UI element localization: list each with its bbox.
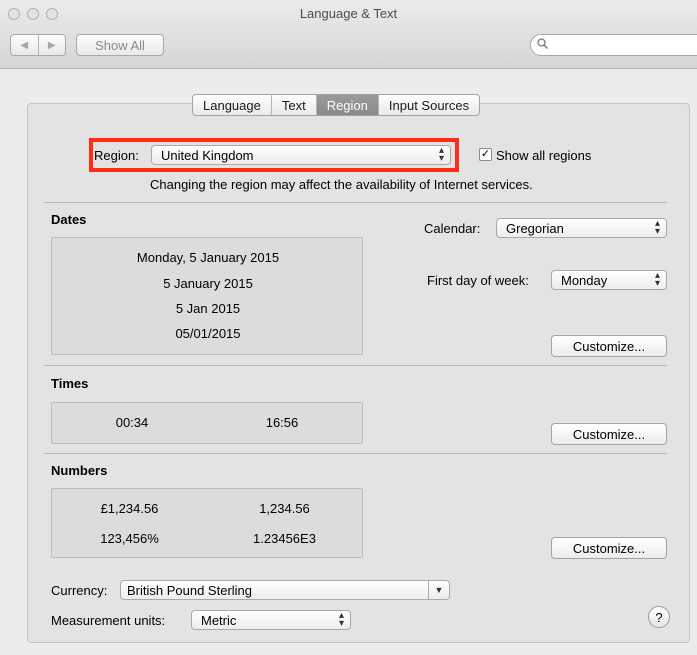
- first-day-popup[interactable]: Monday ▴ ▾: [551, 270, 667, 290]
- times-heading: Times: [51, 376, 89, 391]
- chevron-down-icon[interactable]: ▼: [428, 580, 449, 600]
- updown-arrows-icon: ▴ ▾: [654, 270, 660, 289]
- show-all-regions-label: Show all regions: [496, 148, 592, 163]
- calendar-value: Gregorian: [506, 220, 564, 236]
- currency-combo[interactable]: British Pound Sterling ▼: [120, 580, 450, 600]
- help-button[interactable]: ?: [648, 606, 670, 628]
- times-sample-box: 00:34 16:56: [51, 402, 363, 444]
- updown-arrows-icon: ▴ ▾: [338, 610, 344, 629]
- tab-region[interactable]: Region: [315, 95, 378, 115]
- dates-sample-box: Monday, 5 January 2015 5 January 2015 5 …: [51, 237, 363, 355]
- divider: [44, 453, 667, 454]
- numbers-sample-box: £1,234.56 1,234.56 123,456% 1.23456E3: [51, 488, 363, 558]
- title-bar: Language & Text ◀ ▶ Show All: [0, 0, 697, 69]
- dates-heading: Dates: [51, 212, 87, 227]
- tab-language[interactable]: Language: [193, 95, 271, 115]
- divider: [44, 365, 667, 366]
- show-all-button[interactable]: Show All: [76, 34, 164, 56]
- calendar-popup[interactable]: Gregorian ▴ ▾: [496, 218, 667, 238]
- checkmark-icon: ✓: [480, 148, 491, 160]
- currency-label: Currency:: [51, 583, 108, 598]
- currency-value: British Pound Sterling: [127, 582, 253, 598]
- number-decimal: 1,234.56: [259, 501, 310, 516]
- number-percent: 123,456%: [100, 531, 159, 546]
- back-arrow-icon[interactable]: ◀: [11, 35, 38, 55]
- times-customize-button[interactable]: Customize...: [551, 423, 667, 445]
- date-long: 5 January 2015: [163, 276, 253, 291]
- dates-customize-button[interactable]: Customize...: [551, 335, 667, 357]
- region-warning-text: Changing the region may affect the avail…: [150, 177, 533, 192]
- time-short: 00:34: [115, 415, 149, 430]
- show-all-regions-checkbox[interactable]: ✓: [479, 148, 492, 161]
- measurement-popup[interactable]: Metric ▴ ▾: [191, 610, 351, 630]
- numbers-heading: Numbers: [51, 463, 108, 478]
- measurement-value: Metric: [201, 612, 237, 628]
- numbers-customize-button[interactable]: Customize...: [551, 537, 667, 559]
- forward-arrow-icon[interactable]: ▶: [37, 35, 66, 55]
- first-day-label: First day of week:: [427, 273, 529, 288]
- tab-bar: Language Text Region Input Sources: [192, 94, 481, 116]
- date-full: Monday, 5 January 2015: [136, 250, 280, 265]
- divider: [44, 202, 667, 203]
- first-day-value: Monday: [561, 272, 608, 288]
- tab-text[interactable]: Text: [270, 95, 316, 115]
- updown-arrows-icon: ▴ ▾: [654, 218, 660, 237]
- calendar-label: Calendar:: [424, 221, 481, 236]
- nav-back-forward: ◀ ▶: [10, 34, 66, 56]
- question-mark-icon: ?: [655, 609, 663, 625]
- measurement-label: Measurement units:: [51, 613, 166, 628]
- tab-input-sources[interactable]: Input Sources: [377, 95, 479, 115]
- region-highlight-box: [89, 138, 459, 172]
- date-medium: 5 Jan 2015: [175, 301, 241, 316]
- search-field[interactable]: [530, 34, 697, 56]
- number-currency: £1,234.56: [100, 501, 159, 516]
- date-short: 05/01/2015: [175, 326, 241, 341]
- number-scientific: 1.23456E3: [253, 531, 316, 546]
- window-title: Language & Text: [299, 6, 398, 21]
- time-24h: 16:56: [265, 415, 299, 430]
- search-icon: [537, 38, 549, 52]
